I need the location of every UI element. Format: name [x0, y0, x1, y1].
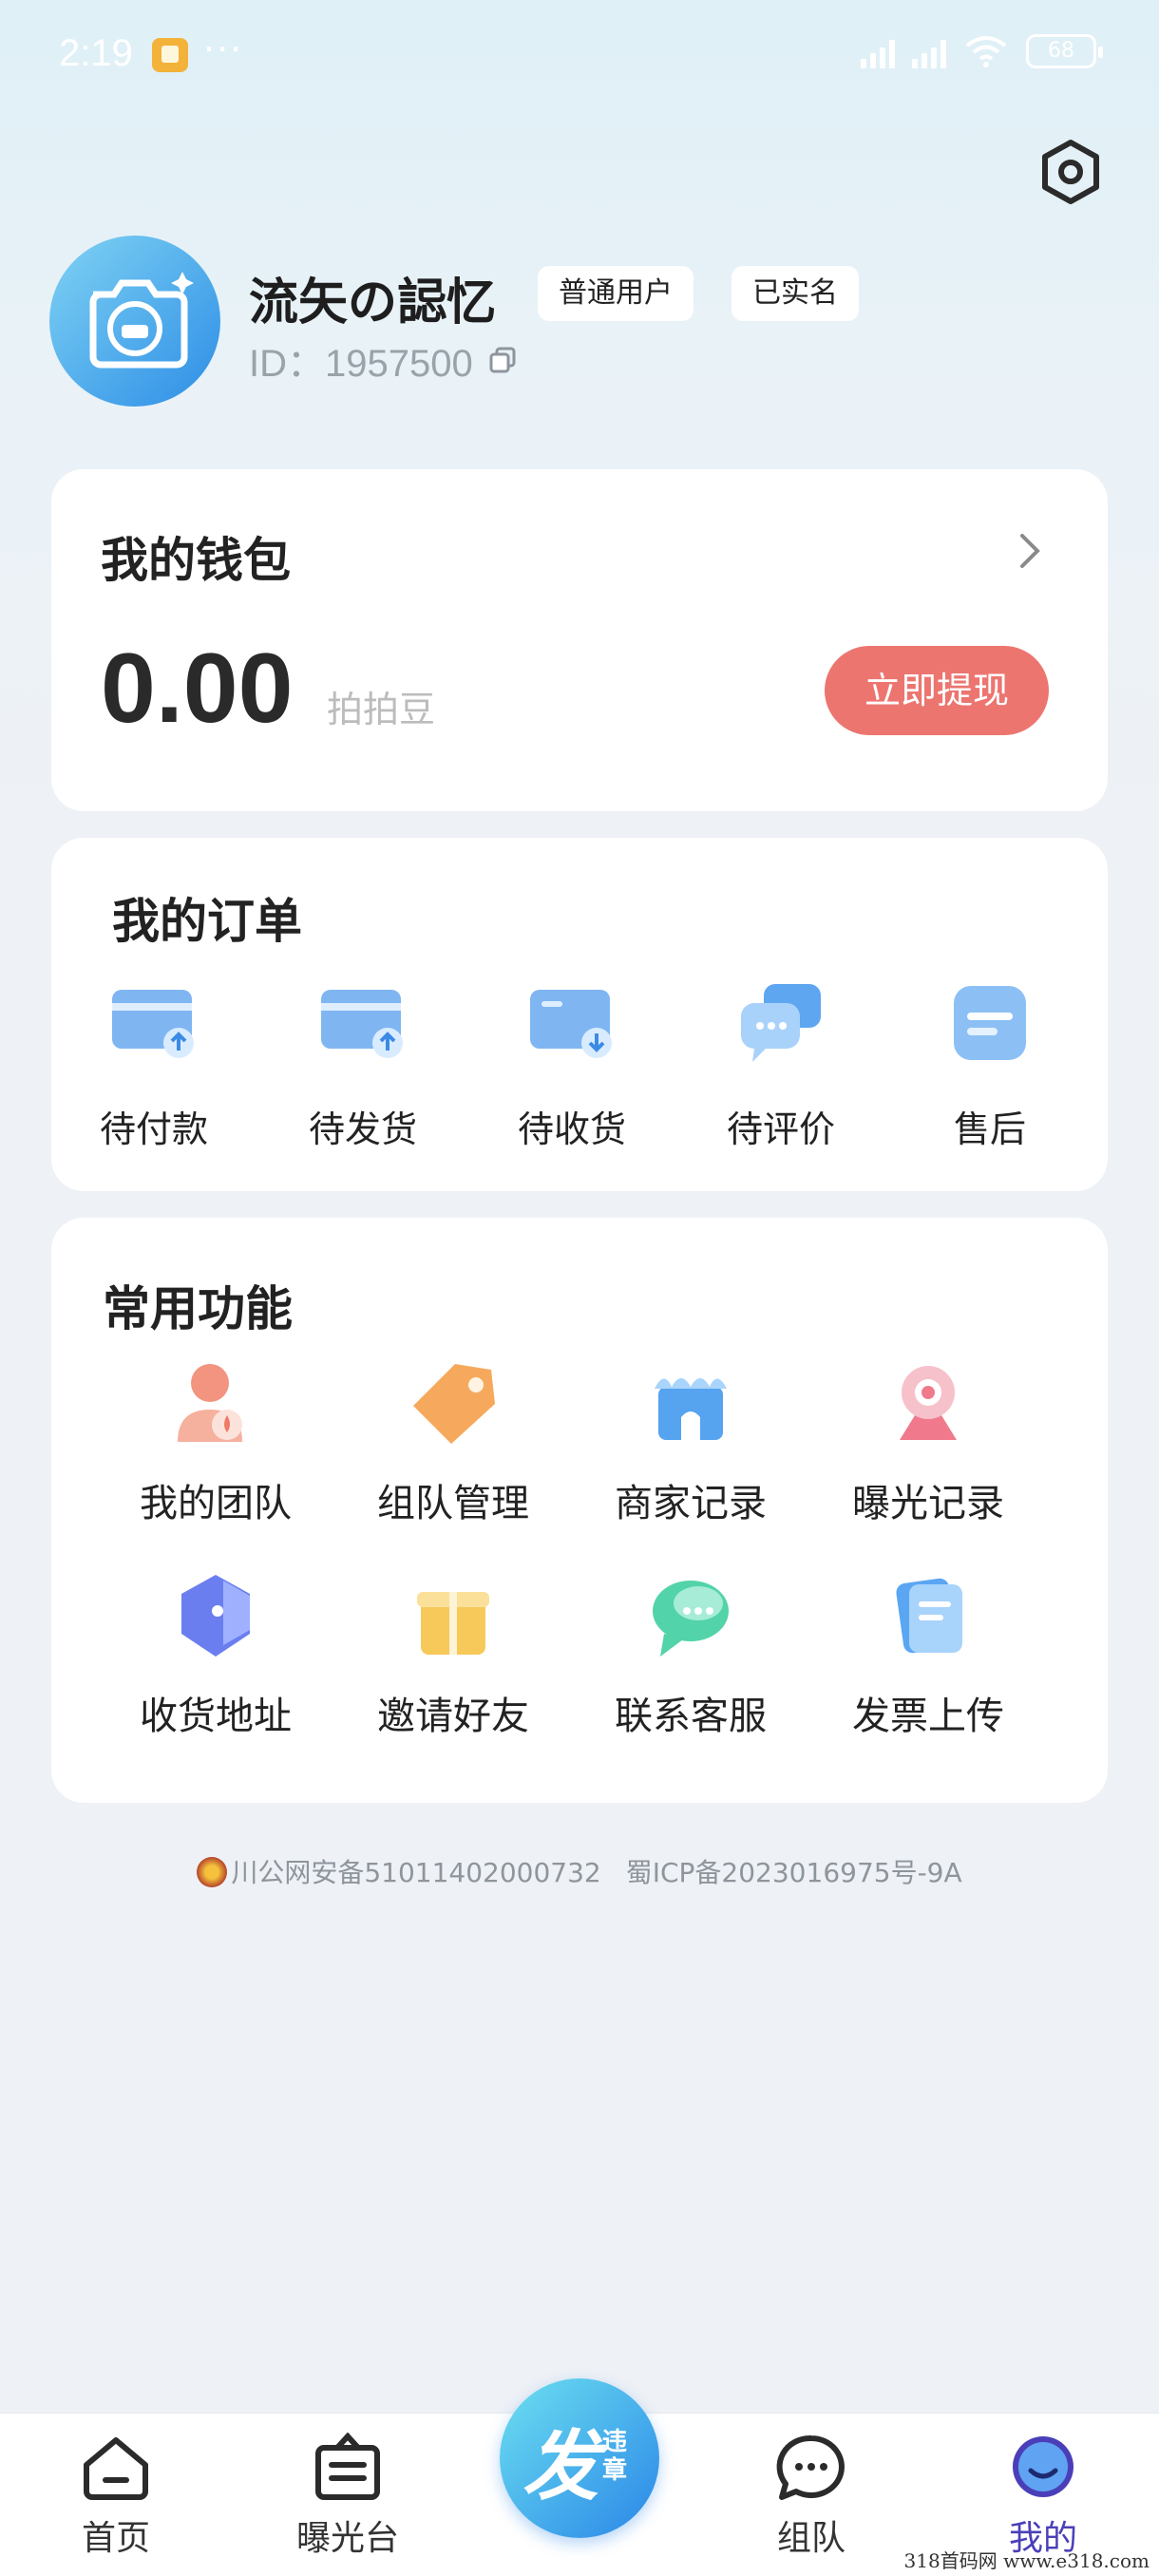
notification-app-icon	[152, 38, 188, 72]
functions-card: 常用功能 我的团队 组队管理 商家记录 曝光记录 收货地址 邀请好友 联系客服 …	[51, 1218, 1108, 1803]
nav-home[interactable]: 首页	[49, 2433, 182, 2560]
wallet-card[interactable]: 我的钱包 0.00 拍拍豆 立即提现	[51, 469, 1108, 811]
wallet-unit: 拍拍豆	[327, 689, 436, 730]
user-id-text: ID：1957500	[249, 343, 473, 385]
func-label: 组队管理	[377, 1482, 529, 1525]
police-record[interactable]: 川公网安备51011402000732	[231, 1857, 600, 1888]
location-hexagon-icon	[181, 1575, 250, 1657]
orders-card: 我的订单 待付款 待发货 待收货 待评价 售后	[51, 838, 1108, 1191]
tag-icon	[413, 1364, 495, 1444]
post-button-main: 发	[522, 2422, 598, 2510]
watermark: 318首码网 www.e318.com	[903, 2549, 1150, 2572]
func-contact-service[interactable]: 联系客服	[572, 1571, 809, 1740]
verified-badge: 已实名	[732, 266, 859, 321]
store-icon	[655, 1378, 727, 1440]
orders-title: 我的订单	[112, 894, 302, 949]
team-person-icon	[178, 1364, 242, 1442]
post-button-sub: 违章	[602, 2428, 628, 2485]
username: 流矢の誋忆	[249, 275, 497, 331]
func-label: 发票上传	[852, 1695, 1004, 1738]
order-pending-payment[interactable]: 待付款	[59, 980, 249, 1152]
func-label: 邀请好友	[377, 1695, 529, 1738]
home-icon	[84, 2437, 148, 2500]
func-invite-friends[interactable]: 邀请好友	[334, 1571, 572, 1740]
chevron-right-icon[interactable]	[1011, 528, 1049, 574]
nav-exposure[interactable]: 曝光台	[281, 2433, 414, 2560]
profile-smile-icon	[1013, 2436, 1074, 2497]
order-after-sale[interactable]: 售后	[895, 980, 1085, 1152]
func-label: 收货地址	[140, 1695, 292, 1738]
card-download-icon	[530, 990, 612, 1058]
func-my-team[interactable]: 我的团队	[97, 1358, 334, 1527]
func-invoice-upload[interactable]: 发票上传	[809, 1571, 1047, 1740]
wallet-card-up-icon	[112, 990, 194, 1058]
func-merchant-records[interactable]: 商家记录	[572, 1358, 809, 1527]
wallet-title: 我的钱包	[101, 533, 291, 588]
wifi-icon	[965, 36, 1007, 67]
status-indicators: 68	[861, 34, 1103, 68]
police-badge-icon	[197, 1857, 228, 1887]
nav-label: 组队	[776, 2519, 846, 2558]
service-chat-icon	[653, 1581, 729, 1657]
nav-label: 首页	[81, 2519, 150, 2558]
after-sale-icon	[954, 986, 1026, 1060]
nav-label: 曝光台	[295, 2519, 399, 2558]
card-upload-icon	[321, 990, 403, 1058]
camera-record-icon	[900, 1366, 957, 1440]
user-level-badge: 普通用户	[538, 266, 694, 321]
func-label: 商家记录	[615, 1482, 767, 1525]
func-label: 曝光记录	[852, 1482, 1004, 1525]
status-bar: 2:19 ··· 68	[0, 0, 1159, 114]
chat-bubbles-icon	[741, 984, 821, 1062]
status-more-dots: ···	[203, 28, 244, 70]
avatar[interactable]	[49, 236, 220, 407]
order-pending-receipt[interactable]: 待收货	[477, 980, 667, 1152]
order-label: 待付款	[99, 1108, 208, 1150]
func-team-management[interactable]: 组队管理	[334, 1358, 572, 1527]
user-id: ID：1957500	[249, 332, 517, 388]
order-label: 待发货	[308, 1108, 417, 1150]
status-time: 2:19	[59, 32, 133, 74]
withdraw-button[interactable]: 立即提现	[825, 646, 1049, 735]
camera-car-icon	[89, 272, 194, 369]
battery-icon: 68	[1026, 34, 1103, 68]
signal-1-icon	[861, 34, 895, 68]
func-exposure-records[interactable]: 曝光记录	[809, 1358, 1047, 1527]
post-violation-button[interactable]: 发 违章	[500, 2378, 659, 2538]
icp-record[interactable]: 蜀ICP备2023016975号-9A	[626, 1857, 962, 1888]
copy-icon[interactable]	[488, 346, 517, 374]
signal-2-icon	[912, 34, 946, 68]
wallet-balance: 0.00	[101, 634, 294, 744]
order-label: 待评价	[726, 1108, 835, 1150]
func-label: 我的团队	[140, 1482, 292, 1525]
nav-mine[interactable]: 我的	[977, 2433, 1110, 2560]
exposure-bag-icon	[315, 2433, 380, 2500]
func-shipping-address[interactable]: 收货地址	[97, 1571, 334, 1740]
nav-team[interactable]: 组队	[745, 2433, 878, 2560]
order-pending-shipment[interactable]: 待发货	[268, 980, 458, 1152]
settings-icon[interactable]	[1037, 139, 1104, 205]
footer-record: 川公网安备51011402000732 蜀ICP备2023016975号-9A	[0, 1852, 1159, 1890]
order-pending-review[interactable]: 待评价	[686, 980, 876, 1152]
order-label: 待收货	[517, 1108, 626, 1150]
func-label: 联系客服	[615, 1695, 767, 1738]
invoice-icon	[896, 1578, 962, 1654]
gift-box-icon	[417, 1592, 489, 1655]
order-label: 售后	[953, 1108, 1026, 1150]
chat-dots-icon	[776, 2434, 845, 2500]
functions-title: 常用功能	[103, 1281, 293, 1336]
